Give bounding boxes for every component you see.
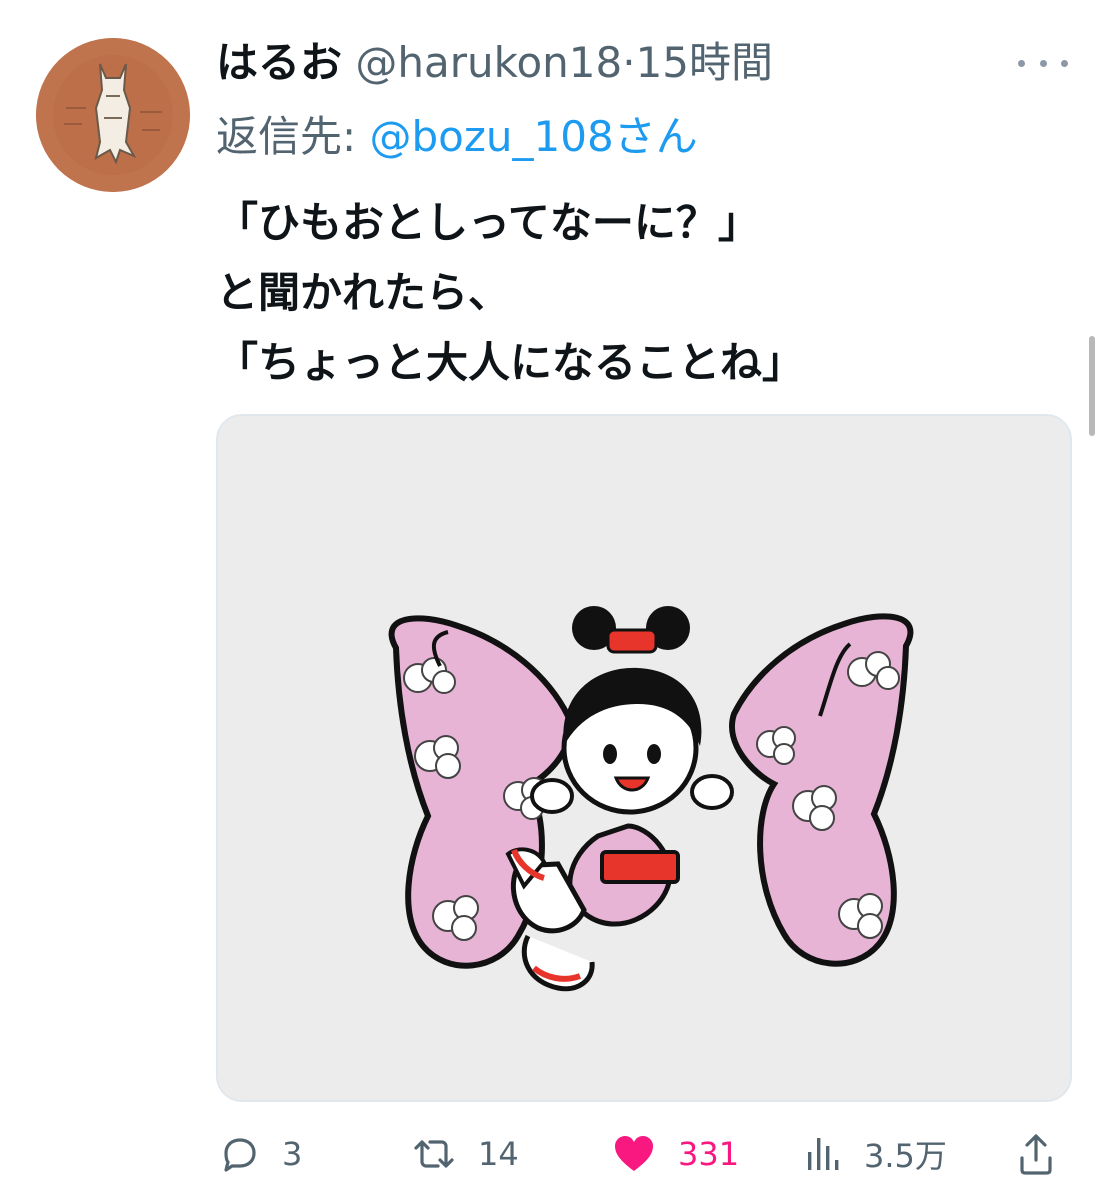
like-button[interactable]: 331 <box>612 1126 739 1182</box>
share-icon <box>1020 1134 1052 1175</box>
separator: · <box>622 38 636 87</box>
avatar[interactable] <box>36 38 190 192</box>
tweet-header: はるお @harukon18·15時間 <box>216 34 773 92</box>
author-handle[interactable]: @harukon18 <box>355 38 622 87</box>
tweet-text-line: と聞かれたら、 <box>216 268 511 317</box>
reply-label: 返信先: <box>216 112 357 161</box>
avatar-image <box>36 38 190 192</box>
tweet-text-line: 「ちょっと大人になることね」 <box>216 338 805 387</box>
tweet-text: 「ひもおとしってなーに？」 と聞かれたら、 「ちょっと大人になることね」 <box>216 188 1056 398</box>
tweet-text-line: 「ひもおとしってなーに？」 <box>216 198 760 247</box>
tweet-time[interactable]: 15時間 <box>636 38 773 87</box>
heart-icon <box>615 1136 653 1171</box>
action-bar: 3 14 331 3.5万 <box>216 1126 1068 1182</box>
scrollbar[interactable] <box>1089 336 1095 436</box>
reply-info: 返信先: @bozu_108さん <box>216 108 698 166</box>
reply-count: 3 <box>282 1135 303 1173</box>
author-name[interactable]: はるお <box>216 38 342 87</box>
tweet-media[interactable] <box>216 414 1072 1102</box>
reply-button[interactable]: 3 <box>220 1126 302 1182</box>
retweet-icon <box>414 1140 454 1168</box>
retweet-button[interactable]: 14 <box>412 1126 519 1182</box>
more-icon[interactable] <box>1018 50 1068 76</box>
reply-to-link[interactable]: @bozu_108さん <box>370 112 698 161</box>
like-count: 331 <box>678 1135 740 1173</box>
retweet-count: 14 <box>478 1135 519 1173</box>
views-button[interactable]: 3.5万 <box>806 1126 947 1182</box>
reply-icon <box>224 1138 256 1172</box>
tweet-page: はるお @harukon18·15時間 返信先: @bozu_108さん 「ひも… <box>0 0 1104 1200</box>
share-button[interactable] <box>1016 1126 1056 1182</box>
views-icon <box>808 1138 839 1170</box>
views-count: 3.5万 <box>864 1137 947 1175</box>
media-illustration <box>218 416 1070 1100</box>
